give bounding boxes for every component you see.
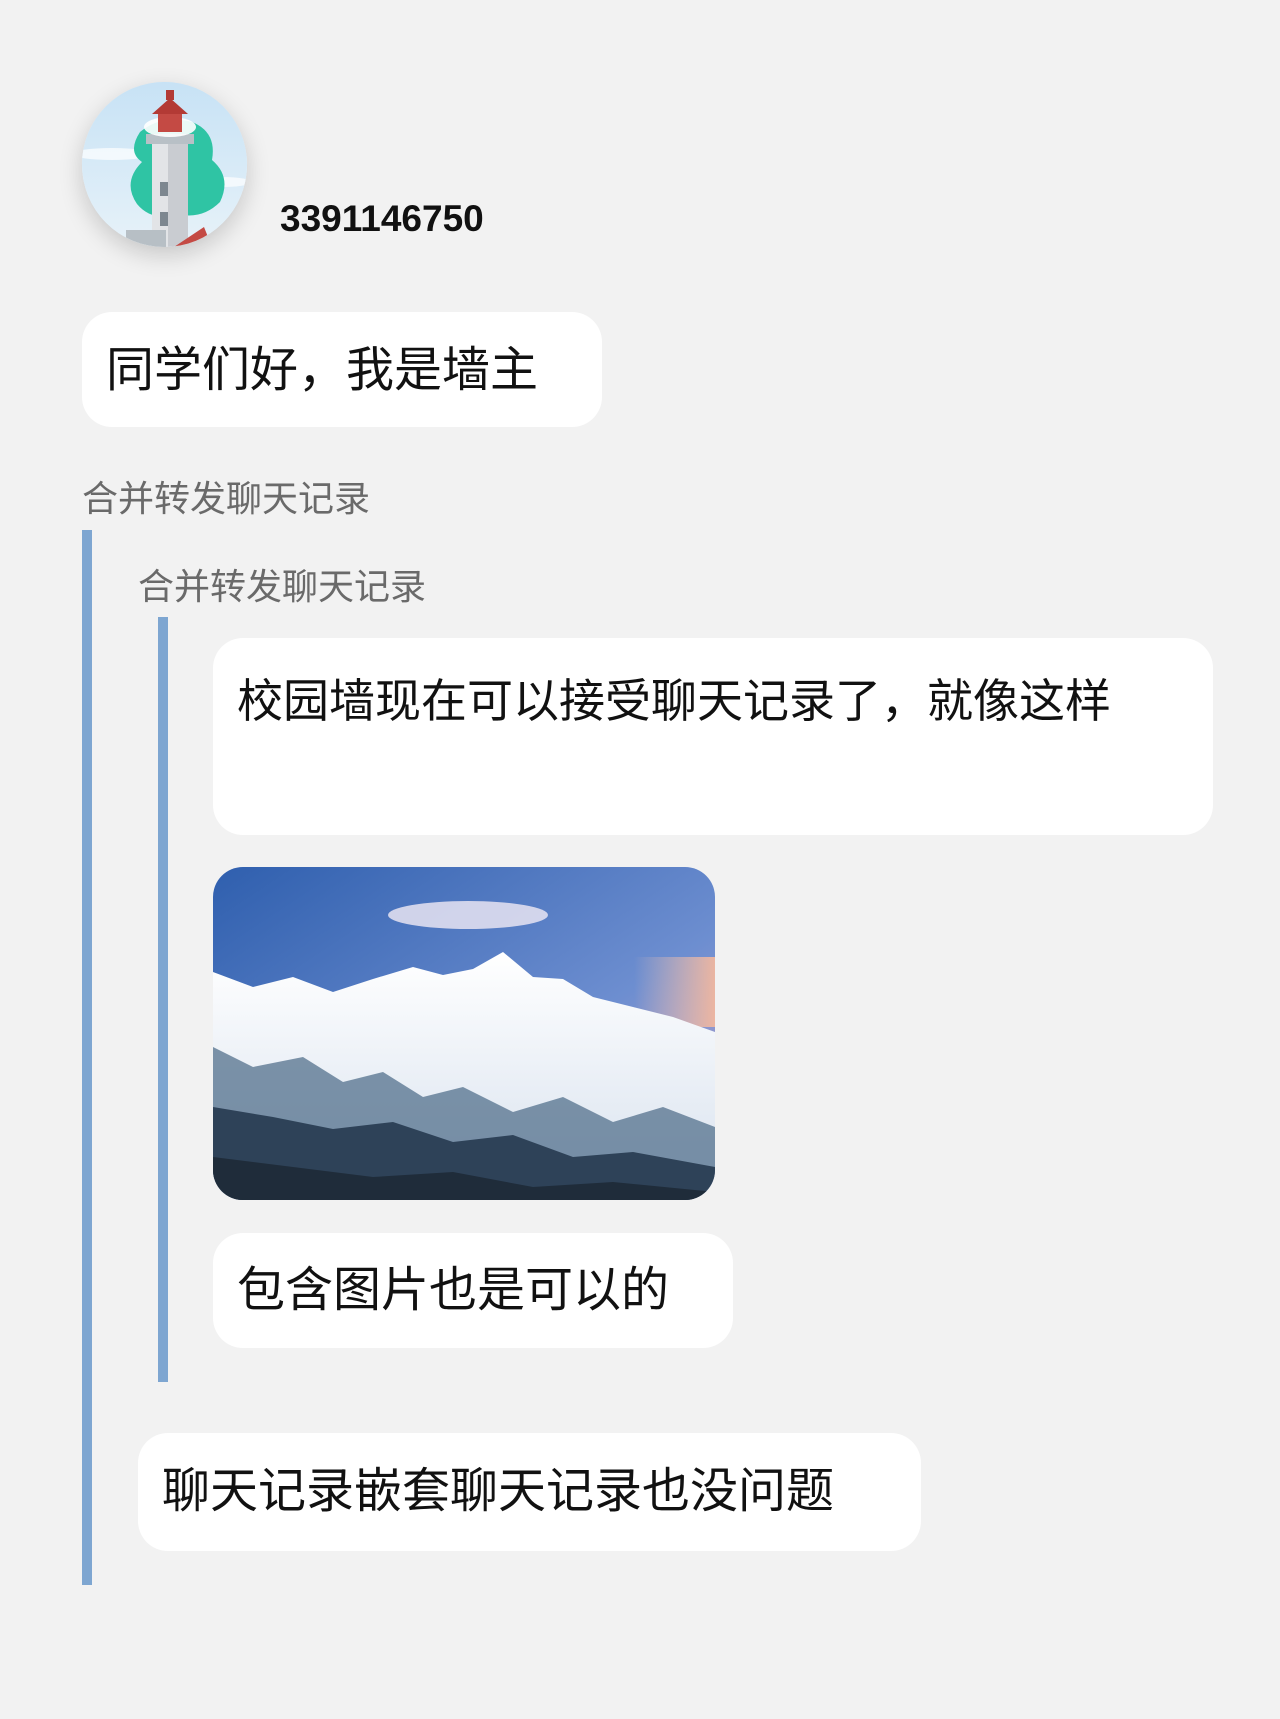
nested-forward-label: 合并转发聊天记录 — [138, 567, 427, 608]
message-bubble[interactable]: 校园墙现在可以接受聊天记录了，就像这样 — [213, 638, 1213, 835]
avatar[interactable] — [82, 82, 247, 247]
message-image[interactable] — [213, 867, 715, 1200]
mountain-photo — [213, 867, 715, 1200]
sender-name: 3391146750 — [280, 198, 484, 239]
message-header: 3391146750 — [0, 0, 1280, 260]
message-bubble[interactable]: 同学们好，我是墙主 — [82, 312, 602, 427]
message-bubble[interactable]: 聊天记录嵌套聊天记录也没问题 — [138, 1433, 921, 1551]
forward-label: 合并转发聊天记录 — [82, 479, 371, 520]
message-bubble[interactable]: 包含图片也是可以的 — [213, 1233, 733, 1348]
lighthouse-icon — [82, 82, 247, 247]
forward-quote-bar — [82, 530, 92, 1585]
nested-forward-quote-bar — [158, 617, 168, 1382]
